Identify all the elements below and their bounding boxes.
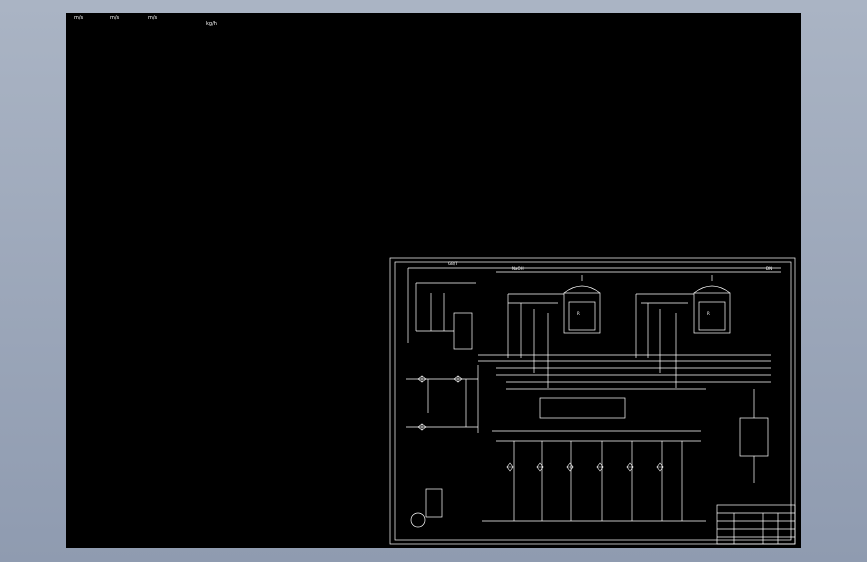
sheet-border xyxy=(389,257,796,545)
reactor-1 xyxy=(563,275,601,334)
pump xyxy=(410,512,426,528)
cad-viewport[interactable]: m/s m/s m/s kg/h GB/T NaOH DN R R xyxy=(66,13,801,548)
reactor-2 xyxy=(693,275,731,334)
process-flow-drawing: GB/T NaOH DN R R xyxy=(389,257,796,545)
title-block xyxy=(716,504,796,545)
valves xyxy=(417,375,664,472)
header-label-2: NaOH xyxy=(512,266,524,271)
header-label-1: GB/T xyxy=(448,261,458,266)
tank-right xyxy=(739,417,769,457)
header-label-3: DN xyxy=(766,266,772,271)
distribution-box xyxy=(539,397,626,419)
reactor-1-label: R xyxy=(577,311,580,316)
reactor-2-label: R xyxy=(707,311,710,316)
tank-left xyxy=(453,312,473,350)
inner-border xyxy=(394,261,792,541)
